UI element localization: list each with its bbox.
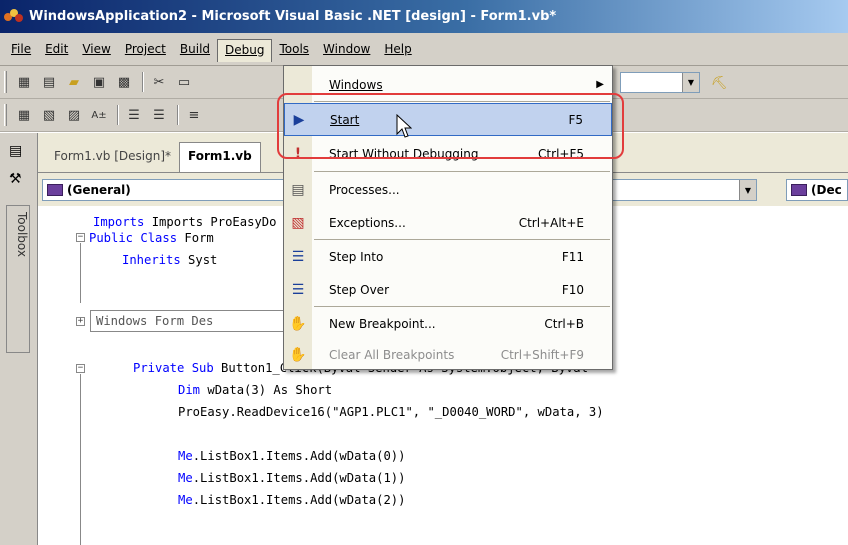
menu-separator [314, 171, 610, 172]
find-in-files-icon[interactable]: ⛏ [708, 72, 730, 94]
menu-item-windows[interactable]: Windows ▶ [284, 68, 612, 101]
window-title: WindowsApplication2 - Microsoft Visual B… [29, 9, 557, 24]
indent-icon[interactable]: ☰ [148, 104, 170, 126]
menu-item-start[interactable]: ▶ Start F5 [284, 103, 612, 136]
code-line: Me.ListBox1.Items.Add(wData(2)) [178, 493, 406, 507]
menu-item-exceptions[interactable]: ▧ Exceptions... Ctrl+Alt+E [284, 206, 612, 239]
object-browser-icon[interactable]: ▦ [13, 104, 35, 126]
toolbar-grip[interactable] [4, 71, 7, 93]
menu-item-label: Start Without Debugging [329, 146, 479, 161]
menu-help[interactable]: Help [377, 39, 418, 59]
menu-debug[interactable]: Debug [217, 38, 273, 62]
menu-item-label: Processes... [329, 182, 400, 197]
menu-view[interactable]: View [75, 39, 117, 59]
shortcut-label: Ctrl+Alt+E [518, 215, 584, 230]
menu-tools[interactable]: Tools [272, 39, 316, 59]
new-project-icon[interactable]: ▦ [13, 71, 35, 93]
method-name-value: (Dec [811, 183, 842, 197]
menu-item-clear-all-breakpoints: ✋ Clear All Breakpoints Ctrl+Shift+F9 [284, 338, 612, 371]
menu-edit[interactable]: Edit [38, 39, 75, 59]
menu-item-label: Exceptions... [329, 215, 406, 230]
tab-form1-design[interactable]: Form1.vb [Design]* [46, 143, 179, 172]
save-icon[interactable]: ▣ [88, 71, 110, 93]
collapse-icon[interactable]: − [76, 233, 85, 242]
step-over-icon: ☰ [291, 281, 305, 298]
menu-item-label: Windows [329, 77, 383, 92]
outdent-icon[interactable]: ☰ [123, 104, 145, 126]
toolbar-separator [177, 105, 179, 125]
members-icon[interactable]: ▨ [63, 104, 85, 126]
play-icon: ▶ [293, 111, 305, 128]
cut-icon[interactable]: ✂ [148, 71, 170, 93]
class-icon [791, 184, 807, 196]
code-line: ProEasy.ReadDevice16("AGP1.PLC1", "_D004… [178, 405, 604, 419]
vs-logo-icon [4, 8, 24, 25]
expand-icon[interactable]: + [76, 317, 85, 326]
menu-item-label: Start [330, 112, 360, 127]
menu-item-label: Step Into [329, 249, 384, 264]
exclamation-icon: ! [294, 145, 302, 162]
copy-icon[interactable]: ▭ [173, 71, 195, 93]
code-line: Inherits Syst [122, 253, 218, 267]
outline-line [80, 243, 81, 303]
menu-item-label: New Breakpoint... [329, 316, 436, 331]
menu-item-new-breakpoint[interactable]: ✋ New Breakpoint... Ctrl+B [284, 307, 612, 340]
shortcut-label: F11 [561, 249, 584, 264]
server-explorer-icon[interactable]: ▤ [9, 143, 29, 161]
menu-build[interactable]: Build [173, 39, 217, 59]
menu-bar: File Edit View Project Build Debug Tools… [0, 33, 848, 66]
shortcut-label: F10 [561, 282, 584, 297]
code-line: Me.ListBox1.Items.Add(wData(0)) [178, 449, 406, 463]
shortcut-label: Ctrl+B [544, 316, 584, 331]
open-folder-icon[interactable]: ▰ [63, 71, 85, 93]
toolbar-grip[interactable] [4, 104, 7, 126]
shortcut-label: Ctrl+F5 [538, 146, 584, 161]
shortcut-label: F5 [568, 112, 583, 127]
menu-item-start-without-debugging[interactable]: ! Start Without Debugging Ctrl+F5 [284, 137, 612, 170]
class-name-value: (General) [67, 183, 131, 197]
code-line: Windows Form Des [96, 314, 214, 328]
class-icon [47, 184, 63, 196]
step-into-icon: ☰ [291, 248, 305, 265]
collapse-icon[interactable]: − [76, 364, 85, 373]
title-bar: WindowsApplication2 - Microsoft Visual B… [0, 0, 848, 33]
menu-project[interactable]: Project [118, 39, 173, 59]
clear-breakpoints-icon: ✋ [289, 346, 307, 363]
tab-form1-code[interactable]: Form1.vb [179, 142, 261, 172]
menu-item-processes[interactable]: ▤ Processes... [284, 173, 612, 206]
processes-icon: ▤ [291, 181, 305, 198]
toolbar-separator [117, 105, 119, 125]
code-line: Dim wData(3) As Short [178, 383, 333, 397]
menu-file[interactable]: File [4, 39, 38, 59]
debug-menu-dropdown: Windows ▶ ▶ Start F5 ! Start Without Deb… [283, 65, 613, 370]
save-all-icon[interactable]: ▩ [113, 71, 135, 93]
exceptions-icon: ▧ [291, 214, 305, 231]
shortcut-label: Ctrl+Shift+F9 [500, 347, 584, 362]
comment-icon[interactable]: ≡ [183, 104, 205, 126]
menu-window[interactable]: Window [316, 39, 377, 59]
add-item-icon[interactable]: ▤ [38, 71, 60, 93]
toolbox-tab[interactable]: Toolbox [6, 205, 30, 353]
menu-item-step-into[interactable]: ☰ Step Into F11 [284, 240, 612, 273]
menu-item-step-over[interactable]: ☰ Step Over F10 [284, 273, 612, 306]
class-view-icon[interactable]: ▧ [38, 104, 60, 126]
code-line: Public Class Form [89, 231, 214, 245]
toolbox-icon[interactable]: ⚒ [9, 171, 29, 189]
mouse-cursor-icon [396, 114, 412, 138]
submenu-arrow-icon: ▶ [596, 79, 604, 90]
menu-item-label: Clear All Breakpoints [329, 347, 455, 362]
menu-separator [314, 101, 610, 102]
method-name-dropdown[interactable]: (Dec [786, 179, 848, 201]
toolbar-separator [142, 72, 144, 92]
breakpoint-icon: ✋ [289, 315, 307, 332]
solution-config-dropdown[interactable]: ▼ [620, 72, 700, 93]
menu-item-label: Step Over [329, 282, 389, 297]
outline-line [80, 374, 81, 545]
chevron-down-icon: ▼ [682, 73, 699, 92]
chevron-down-icon: ▼ [739, 180, 756, 200]
quick-info-icon[interactable]: A± [88, 104, 110, 126]
code-line: Me.ListBox1.Items.Add(wData(1)) [178, 471, 406, 485]
